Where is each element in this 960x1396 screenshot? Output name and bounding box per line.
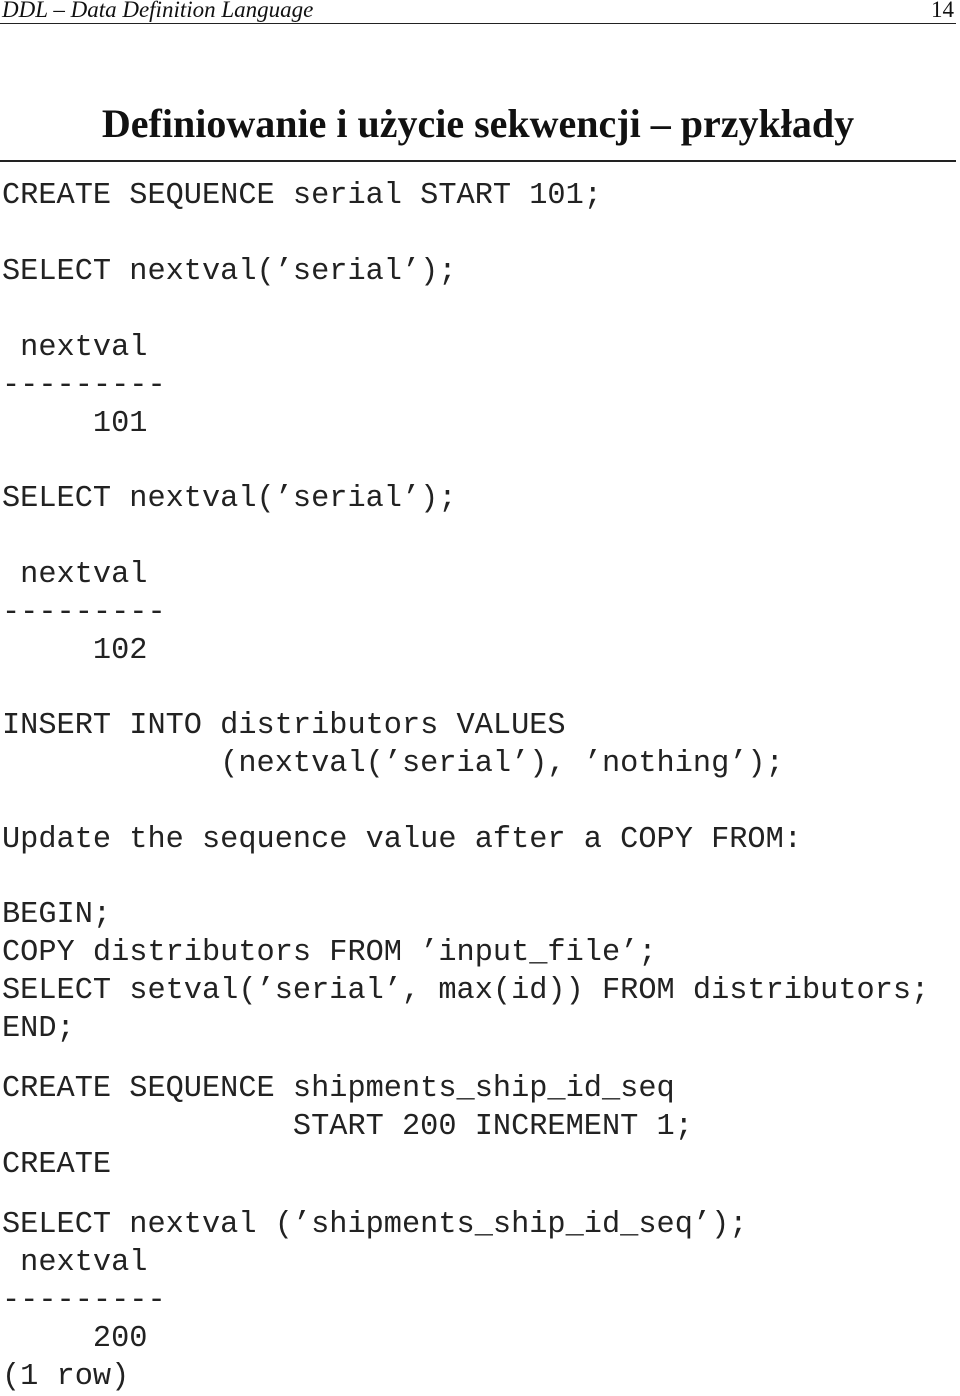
code-create-sequence-2: CREATE SEQUENCE shipments_ship_id_seq ST… — [2, 1072, 693, 1182]
query-result-2: nextval --------- 102 — [2, 558, 166, 668]
code-insert: INSERT INTO distributors VALUES (nextval… — [2, 709, 784, 781]
page-title: Definiowanie i użycie sekwencji – przykł… — [0, 96, 956, 162]
running-title: DDL – Data Definition Language — [2, 0, 314, 22]
page-number: 14 — [931, 0, 954, 22]
code-select-nextval-2: SELECT nextval(’serial’); — [2, 482, 457, 516]
code-select-nextval-3: SELECT nextval (’shipments_ship_id_seq’)… — [2, 1208, 748, 1394]
query-result-1: nextval --------- 101 — [2, 331, 166, 441]
comment-text: Update the sequence value after a COPY F… — [2, 823, 802, 857]
code-select-nextval-1: SELECT nextval(’serial’); — [2, 255, 457, 289]
code-transaction: BEGIN; COPY distributors FROM ’input_fil… — [2, 898, 930, 1046]
code-create-sequence: CREATE SEQUENCE serial START 101; — [2, 179, 602, 213]
page-header: DDL – Data Definition Language 14 — [0, 0, 956, 24]
